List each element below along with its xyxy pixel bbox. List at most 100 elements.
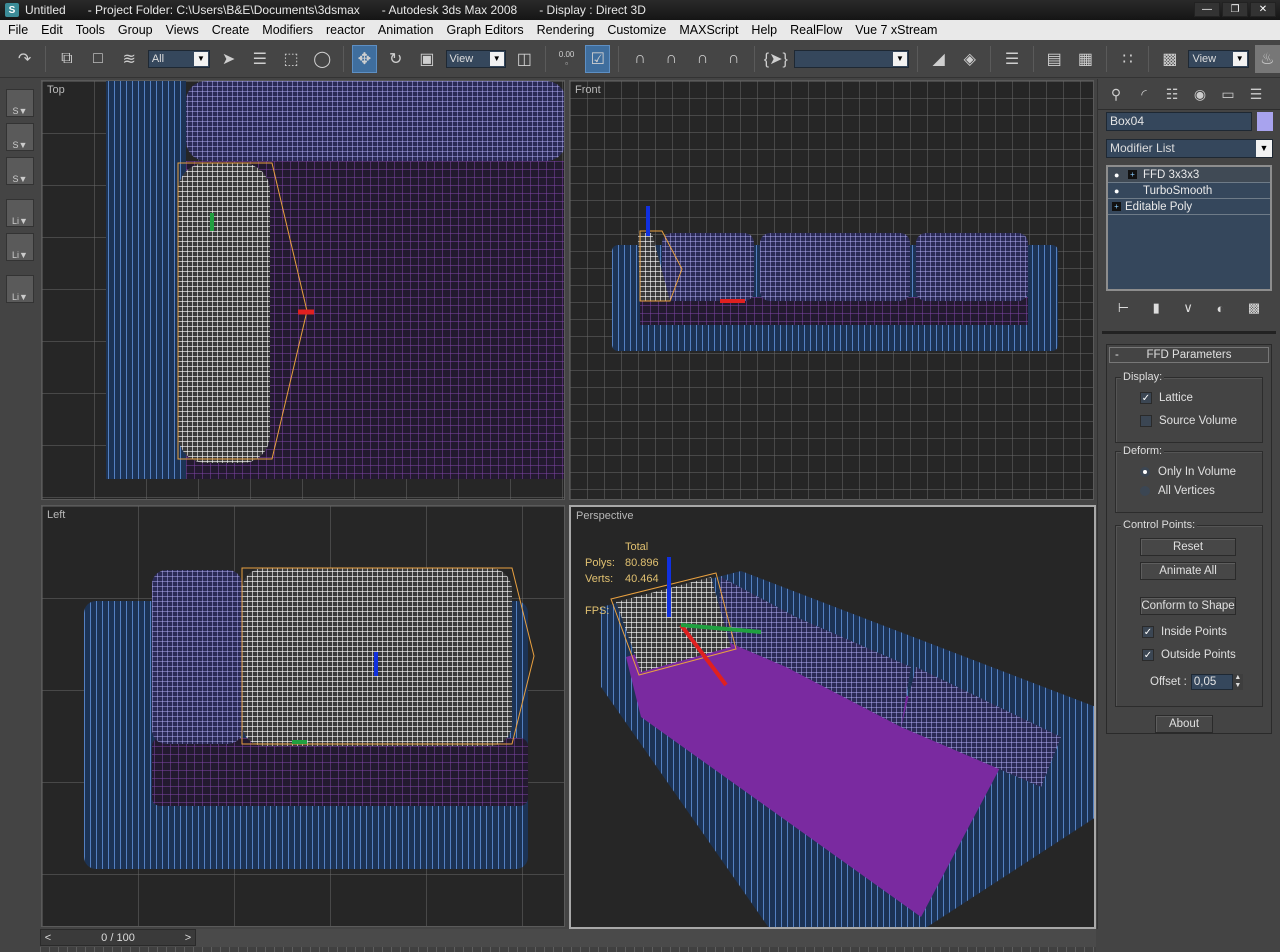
rollout-header[interactable]: - FFD Parameters [1109,347,1269,363]
configure-modifier-sets-icon[interactable]: ▩ [1248,300,1260,316]
render-view-dropdown[interactable]: View ▼ [1188,49,1249,68]
menu-rendering[interactable]: Rendering [537,23,595,37]
chevron-down-icon[interactable]: ▼ [489,51,504,66]
snapshot-restore-icon[interactable]: S▼ [6,157,34,185]
viewport-top[interactable]: Top [41,80,565,500]
snapshot-compare-icon[interactable]: S▼ [6,123,34,151]
menu-animation[interactable]: Animation [378,23,434,37]
menu-group[interactable]: Group [118,23,153,37]
object-color-swatch[interactable] [1257,112,1273,131]
about-button[interactable]: About [1155,715,1213,733]
make-unique-icon[interactable]: ∨ [1183,300,1193,316]
lightbulb-icon[interactable]: ● [1114,186,1124,196]
viewport-label-front[interactable]: Front [575,84,601,96]
select-by-name-icon[interactable]: ☰ [247,45,272,73]
menu-edit[interactable]: Edit [41,23,63,37]
viewport-label-top[interactable]: Top [47,84,65,96]
expand-plus-icon[interactable]: + [1112,202,1121,211]
conform-to-shape-button[interactable]: Conform to Shape [1140,597,1236,615]
offset-input[interactable]: 0,05 [1190,674,1233,690]
select-and-move-icon[interactable]: ✥ [351,44,378,73]
snap-toggle-icon[interactable]: ∩ [627,45,652,73]
material-editor-icon[interactable]: ∷ [1115,45,1140,73]
viewport-perspective[interactable]: Perspective Total Polys: 80.896 Verts: 40.… [569,505,1096,929]
menu-realflow[interactable]: RealFlow [790,23,842,37]
light-exclude-icon[interactable]: Li▼ [6,233,34,261]
menu-file[interactable]: File [8,23,28,37]
modifier-list-dropdown[interactable]: Modifier List ▼ [1106,139,1273,158]
reset-button[interactable]: Reset [1140,538,1236,556]
bind-to-space-warp-icon[interactable]: ≋ [117,45,142,73]
reference-coordinate-dropdown[interactable]: View ▼ [445,49,506,68]
source-volume-checkbox[interactable]: Source Volume [1140,415,1237,427]
layer-manager-icon[interactable]: ☰ [999,45,1024,73]
align-icon[interactable]: ◈ [957,45,982,73]
select-and-rotate-icon[interactable]: ↻ [383,45,408,73]
stack-item-editable-poly[interactable]: + Editable Poly [1108,199,1270,215]
checkbox-empty[interactable] [1140,415,1152,427]
display-tab-icon[interactable]: ▭ [1216,83,1240,105]
app-logo-icon[interactable]: S [5,3,19,17]
menu-customize[interactable]: Customize [607,23,666,37]
only-in-volume-radio[interactable]: Only In Volume [1140,466,1236,478]
select-and-scale-icon[interactable]: ▣ [414,45,439,73]
redo-icon[interactable]: ↷ [12,45,37,73]
menu-vue-xstream[interactable]: Vue 7 xStream [855,23,937,37]
time-slider[interactable]: < 0 / 100 > [40,929,196,946]
manipulate-icon[interactable]: ☑ [585,44,611,73]
timeline-track[interactable] [40,947,1096,952]
rectangular-selection-icon[interactable]: ⬚ [278,45,303,73]
angle-snap-icon[interactable]: ∩ [659,45,684,73]
lattice-checkbox[interactable]: ✓ Lattice [1140,392,1193,404]
menu-views[interactable]: Views [166,23,199,37]
pin-stack-icon[interactable]: ⊢ [1118,300,1129,316]
lightbulb-icon[interactable]: ● [1114,170,1124,180]
stack-item-ffd[interactable]: ● + FFD 3x3x3 [1108,167,1270,183]
light-lister-icon[interactable]: Li▼ [6,275,34,303]
animate-all-button[interactable]: Animate All [1140,562,1236,580]
chevron-down-icon[interactable]: ▼ [1256,140,1272,157]
viewport-left[interactable]: Left [41,505,565,927]
schematic-view-icon[interactable]: ▦ [1073,45,1098,73]
prev-frame-button[interactable]: < [41,932,55,944]
menu-maxscript[interactable]: MAXScript [679,23,738,37]
window-crossing-icon[interactable]: ◯ [310,45,335,73]
modify-tab-icon[interactable]: ◜ [1132,83,1156,105]
motion-tab-icon[interactable]: ◉ [1188,83,1212,105]
radio-empty-icon[interactable] [1140,486,1150,496]
viewport-front[interactable]: Front [569,80,1094,500]
radio-selected-icon[interactable] [1140,467,1150,477]
menu-create[interactable]: Create [212,23,250,37]
menu-tools[interactable]: Tools [76,23,105,37]
inside-points-checkbox[interactable]: ✓ Inside Points [1142,626,1227,638]
pivot-center-icon[interactable]: ◫ [512,45,537,73]
select-object-icon[interactable]: ➤ [216,45,241,73]
outside-points-checkbox[interactable]: ✓ Outside Points [1142,649,1236,661]
checkmark-icon[interactable]: ✓ [1142,649,1154,661]
restore-button[interactable]: ❐ [1222,2,1248,17]
spinner-snap-icon[interactable]: 0.00 ▫ [554,45,579,73]
percent-snap-icon[interactable]: ∩ [690,45,715,73]
menu-reactor[interactable]: reactor [326,23,365,37]
mirror-icon[interactable]: ◢ [926,45,951,73]
stack-item-turbosmooth[interactable]: ● TurboSmooth [1108,183,1270,199]
snapshot-cube-icon[interactable]: S▼ [6,89,34,117]
menu-graph-editors[interactable]: Graph Editors [447,23,524,37]
named-selection-dropdown[interactable]: ▼ [794,49,910,68]
hierarchy-tab-icon[interactable]: ☷ [1160,83,1184,105]
curve-editor-icon[interactable]: ▤ [1042,45,1067,73]
viewport-label-left[interactable]: Left [47,509,65,521]
selection-filter-dropdown[interactable]: All ▼ [147,49,211,68]
create-tab-icon[interactable]: ⚲ [1104,83,1128,105]
close-button[interactable]: ✕ [1250,2,1276,17]
viewport-label-perspective[interactable]: Perspective [576,510,633,522]
all-vertices-radio[interactable]: All Vertices [1140,485,1215,497]
checkmark-icon[interactable]: ✓ [1142,626,1154,638]
chevron-down-icon[interactable]: ▼ [893,51,908,66]
spinner-snap-toggle-icon[interactable]: ∩ [721,45,746,73]
checkmark-icon[interactable]: ✓ [1140,392,1152,404]
utilities-tab-icon[interactable]: ☰ [1244,83,1268,105]
minimize-button[interactable]: — [1194,2,1220,17]
select-and-link-icon[interactable]: ⧉ [54,45,79,73]
expand-plus-icon[interactable]: + [1128,170,1137,179]
